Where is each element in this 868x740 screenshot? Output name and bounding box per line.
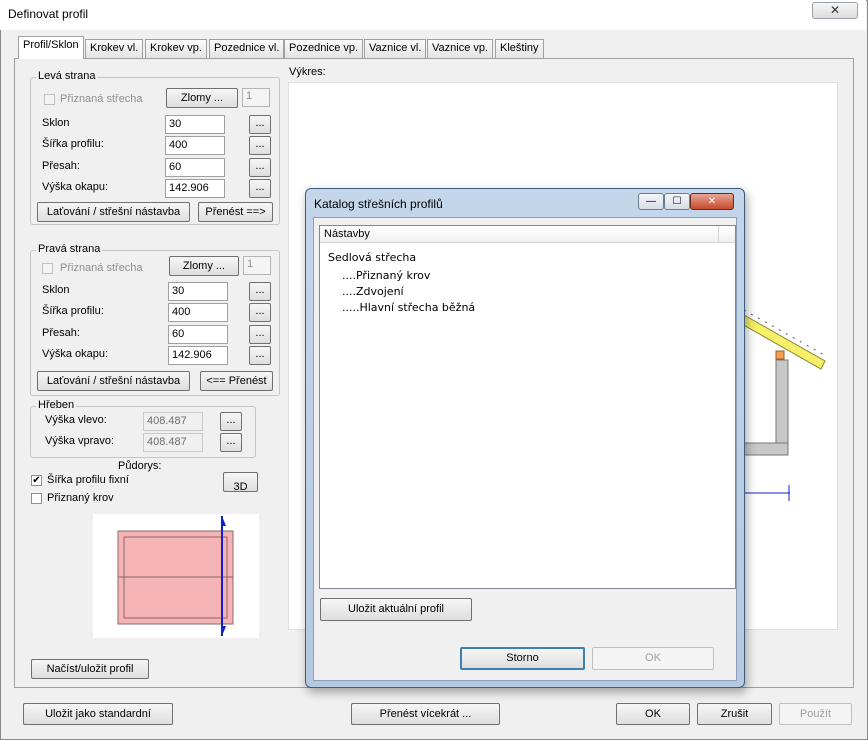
tree-item-hlavni-strecha[interactable]: .....Hlavní střecha běžná: [342, 301, 475, 314]
tab-vaznice-vl[interactable]: Vaznice vl.: [364, 39, 427, 58]
tree-item-zdvojeni[interactable]: ....Zdvojení: [342, 285, 404, 298]
plan-preview-graphic: [117, 516, 234, 636]
right-visible-roof-label: Přiznaná střecha: [60, 262, 143, 274]
right-breaks-count: 1: [247, 258, 254, 270]
right-width-more-button[interactable]: ...: [249, 303, 271, 322]
drawing-label: Výkres:: [289, 66, 326, 78]
right-overhang-more-button[interactable]: ...: [249, 325, 271, 344]
plan-preview: [93, 514, 259, 638]
close-icon[interactable]: ✕: [690, 193, 734, 210]
tab-krokev-vl[interactable]: Krokev vl.: [85, 39, 144, 58]
save-as-default-button[interactable]: Uložit jako standardní: [23, 703, 173, 725]
visible-truss-label: Přiznaný krov: [47, 492, 114, 504]
right-side-legend: Pravá strana: [36, 243, 103, 255]
close-window-button[interactable]: ✕: [812, 2, 858, 19]
tree-item-priznany-krov[interactable]: ....Přiznaný krov: [342, 269, 430, 282]
ridge-legend: Hřeben: [36, 399, 77, 411]
left-transfer-button[interactable]: Přenést ==>: [198, 202, 273, 222]
list-header: Nástavby: [320, 226, 735, 243]
left-breaks-count: 1: [246, 90, 253, 102]
right-breaks-button[interactable]: Zlomy ...: [169, 256, 239, 276]
header-divider: [718, 226, 719, 243]
left-width-input[interactable]: 400: [165, 136, 225, 155]
ridge-right-more-button[interactable]: ...: [220, 433, 242, 452]
left-eaves-more-button[interactable]: ...: [249, 179, 271, 198]
right-eaves-label: Výška okapu:: [42, 348, 109, 360]
window-title: Definovat profil: [8, 7, 89, 21]
ridge-left-label: Výška vlevo:: [45, 414, 107, 426]
plan-label: Půdorys:: [118, 460, 162, 472]
right-overhang-label: Přesah:: [42, 327, 80, 339]
ridge-left-input[interactable]: 408.487: [143, 412, 203, 431]
left-width-more-button[interactable]: ...: [249, 136, 271, 155]
right-transfer-button[interactable]: <== Přenést: [200, 371, 273, 391]
tree-item-sedlova-strecha[interactable]: Sedlová střecha: [328, 251, 416, 264]
load-save-profile-button[interactable]: Načíst/uložit profil: [31, 659, 149, 679]
catalog-dialog: Katalog střešních profilů — ☐ ✕ Nástavby…: [305, 188, 745, 688]
tab-profil-sklon[interactable]: Profil/Sklon: [18, 36, 84, 59]
footer-ok-button[interactable]: OK: [616, 703, 690, 725]
right-pitch-label: Sklon: [42, 284, 70, 296]
ridge-left-more-button[interactable]: ...: [220, 412, 242, 431]
right-eaves-more-button[interactable]: ...: [249, 346, 271, 365]
tab-klestiny[interactable]: Kleštiny: [495, 39, 544, 58]
left-pitch-more-button[interactable]: ...: [249, 115, 271, 134]
tab-krokev-vp[interactable]: Krokev vp.: [145, 39, 207, 58]
cancel-button[interactable]: Storno: [460, 647, 585, 670]
footer-cancel-button[interactable]: Zrušit: [697, 703, 772, 725]
transfer-multiple-button[interactable]: Přenést vícekrát ...: [351, 703, 500, 725]
fixed-width-label: Šířka profilu fixní: [47, 474, 129, 486]
left-visible-roof-checkbox[interactable]: [44, 94, 55, 105]
maximize-icon[interactable]: ☐: [664, 193, 690, 210]
profile-list[interactable]: Nástavby Sedlová střecha ....Přiznaný kr…: [319, 225, 736, 589]
left-breaks-spinner[interactable]: 1: [242, 88, 270, 107]
left-battens-button[interactable]: Laťování / střešní nástavba: [37, 202, 190, 222]
left-overhang-more-button[interactable]: ...: [249, 158, 271, 177]
ridge-right-input[interactable]: 408.487: [143, 433, 203, 452]
right-width-label: Šířka profilu:: [42, 305, 104, 317]
left-overhang-label: Přesah:: [42, 160, 80, 172]
right-eaves-input[interactable]: 142.906: [168, 346, 228, 365]
left-eaves-input[interactable]: 142.906: [165, 179, 225, 198]
left-eaves-label: Výška okapu:: [42, 181, 109, 193]
right-pitch-input[interactable]: 30: [168, 282, 228, 301]
right-overhang-input[interactable]: 60: [168, 325, 228, 344]
title-bar: [0, 0, 866, 30]
minimize-icon[interactable]: —: [638, 193, 664, 210]
column-header-nastavby[interactable]: Nástavby: [324, 228, 370, 240]
fixed-width-checkbox[interactable]: ✔: [31, 475, 42, 486]
right-battens-button[interactable]: Laťování / střešní nástavba: [37, 371, 190, 391]
tab-vaznice-vp[interactable]: Vaznice vp.: [427, 39, 494, 58]
view-3d-button[interactable]: 3D: [223, 472, 258, 492]
visible-truss-checkbox[interactable]: [31, 493, 42, 504]
ok-button[interactable]: OK: [592, 647, 714, 670]
left-side-legend: Levá strana: [36, 70, 98, 82]
left-visible-roof-label: Přiznaná střecha: [60, 93, 143, 105]
ridge-right-label: Výška vpravo:: [45, 435, 115, 447]
catalog-title: Katalog střešních profilů: [314, 197, 443, 211]
right-breaks-spinner[interactable]: 1: [243, 256, 271, 275]
footer-apply-button[interactable]: Použít: [779, 703, 852, 725]
right-visible-roof-checkbox[interactable]: [42, 263, 53, 274]
right-pitch-more-button[interactable]: ...: [249, 282, 271, 301]
tab-pozednice-vl[interactable]: Pozednice vl.: [209, 39, 285, 58]
save-current-profile-button[interactable]: Uložit aktuální profil: [320, 598, 472, 621]
left-width-label: Šířka profilu:: [42, 138, 104, 150]
left-pitch-input[interactable]: 30: [165, 115, 225, 134]
catalog-body: Nástavby Sedlová střecha ....Přiznaný kr…: [313, 217, 737, 681]
left-overhang-input[interactable]: 60: [165, 158, 225, 177]
right-width-input[interactable]: 400: [168, 303, 228, 322]
checkmark-icon: ✔: [32, 475, 41, 486]
left-breaks-button[interactable]: Zlomy ...: [166, 88, 238, 108]
left-pitch-label: Sklon: [42, 117, 70, 129]
tab-pozednice-vp[interactable]: Pozednice vp.: [284, 39, 364, 58]
